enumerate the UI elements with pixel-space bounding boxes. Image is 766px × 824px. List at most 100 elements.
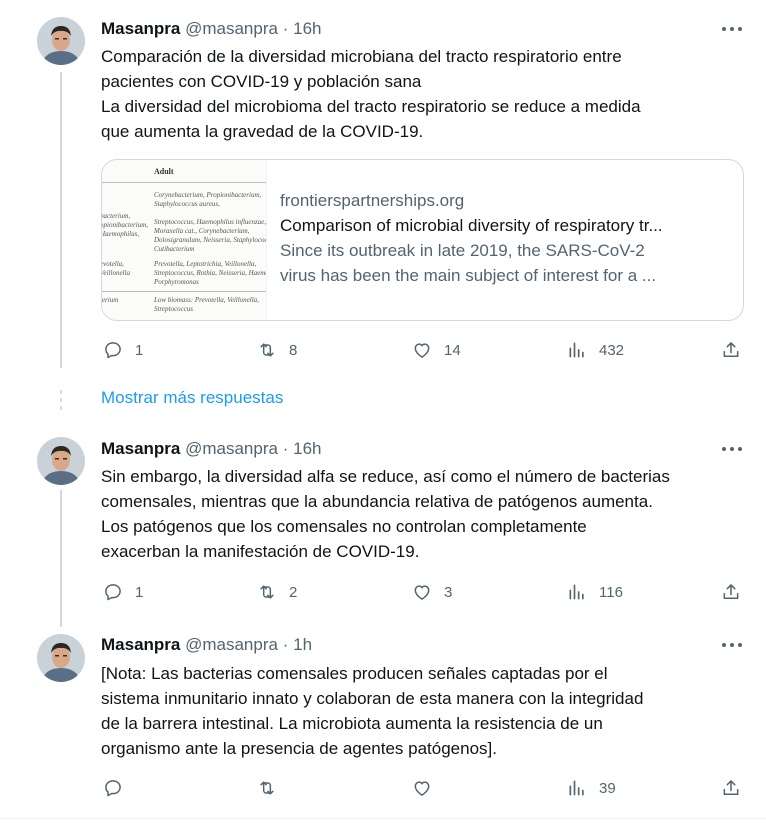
retweet-count: 8 [289, 341, 298, 359]
views-icon [569, 584, 584, 600]
thumbnail-cell: Haemophilus, [102, 230, 140, 238]
author-name[interactable]: Masanpra [101, 635, 180, 654]
tweet[interactable]: Masanpra @masanpra · 16h Comparación de … [0, 17, 766, 367]
thumbnail-header: Adult [154, 167, 174, 176]
reply-count: 1 [135, 583, 144, 601]
tweet[interactable]: Masanpra @masanpra · 1h [Nota: Las bacte… [0, 634, 766, 814]
tweet-text-line: La diversidad del microbioma del tracto … [101, 97, 641, 116]
tweet-text: Comparación de la diversidad microbiana … [101, 44, 741, 144]
thumbnail-cell: Staphylococcus aureus, [154, 200, 220, 208]
thumbnail-cell: Streptococcus, Haemophilus influenzae, [154, 218, 267, 226]
tweet-header: Masanpra @masanpra · 16h [101, 18, 321, 40]
reply-button[interactable] [103, 777, 123, 799]
author-handle[interactable]: @masanpra [185, 635, 278, 654]
thumbnail-cell: Corynebacterium, Propionibacterium, [154, 191, 262, 199]
like-icon [414, 781, 430, 796]
reply-icon [105, 584, 121, 601]
retweet-button[interactable]: 8 [257, 339, 297, 361]
reply-button[interactable]: 1 [103, 581, 143, 603]
tweet-text: [Nota: Las bacterias comensales producen… [101, 661, 741, 761]
views-button[interactable]: 116 [567, 581, 623, 603]
share-button[interactable] [721, 581, 741, 603]
views-button[interactable]: 432 [567, 339, 624, 361]
separator: · [282, 439, 289, 458]
card-description: virus has been the main subject of inter… [280, 266, 657, 285]
tweet-text-line: [Nota: Las bacterias comensales producen… [101, 664, 608, 683]
separator: · [282, 19, 289, 38]
more-icon[interactable] [721, 634, 743, 656]
retweet-button[interactable]: 2 [257, 581, 297, 603]
thread-dot [60, 390, 62, 394]
author-handle[interactable]: @masanpra [185, 19, 278, 38]
share-icon [723, 342, 739, 357]
link-card[interactable]: Adult Corynebacterium, Propionibacterium… [101, 159, 744, 321]
separator: · [282, 635, 289, 654]
tweet-text: Sin embargo, la diversidad alfa se reduc… [101, 464, 741, 564]
views-button[interactable]: 39 [567, 777, 616, 799]
tweet-text-line: Sin embargo, la diversidad alfa se reduc… [101, 467, 670, 486]
views-icon [569, 342, 584, 358]
thumbnail-cell: Veillonella [102, 269, 130, 277]
thumbnail-cell: opionibacterium, [102, 221, 149, 229]
tweet-text-line: sistema inmunitario innato y colaboran d… [101, 689, 644, 708]
like-button[interactable]: 3 [412, 581, 452, 603]
reply-icon [105, 342, 121, 359]
thumbnail-cell: Cutibacterium [154, 245, 195, 253]
tweet-header: Masanpra @masanpra · 1h [101, 634, 312, 656]
timestamp[interactable]: 16h [293, 439, 321, 458]
share-icon [723, 584, 739, 599]
retweet-icon [260, 585, 274, 599]
like-icon [414, 343, 430, 358]
show-more-replies-link[interactable]: Mostrar más respuestas [101, 387, 283, 409]
share-icon [723, 780, 739, 795]
reply-count: 1 [135, 341, 144, 359]
reply-icon [105, 780, 121, 797]
thumbnail-cell: Dolosigranulum, Neisseria, Staphylococcu… [154, 236, 267, 244]
views-icon [569, 780, 584, 796]
more-icon[interactable] [721, 438, 743, 460]
author-name[interactable]: Masanpra [101, 439, 180, 458]
tweet-text-line: de la barrera intestinal. La microbiota … [101, 714, 603, 733]
thumbnail-cell: terium [102, 296, 119, 304]
divider [0, 818, 766, 819]
thumbnail-cell: Prevotella, Leptotrichia, Veillonella, [154, 260, 257, 268]
card-title: Comparison of microbial diversity of res… [280, 216, 663, 235]
card-domain: frontierspartnerships.org [280, 191, 465, 210]
tweet[interactable]: Masanpra @masanpra · 16h Sin embargo, la… [0, 437, 766, 617]
author-handle[interactable]: @masanpra [185, 439, 278, 458]
thumbnail-cell: Moraxella cat., Corynebacterium, [154, 227, 250, 235]
tweet-text-line: comensales, mientras que la abundancia r… [101, 492, 653, 511]
thumbnail-cell: bacterium, [102, 212, 131, 220]
tweet-text-line: Comparación de la diversidad microbiana … [101, 47, 622, 66]
avatar[interactable] [37, 634, 85, 682]
tweet-actions: 1 8 14 432 [101, 339, 747, 361]
share-button[interactable] [721, 777, 741, 799]
timestamp[interactable]: 16h [293, 19, 321, 38]
like-button[interactable] [412, 777, 432, 799]
thumbnail-cell: Low biomass: Prevotella, Veillonella, [154, 296, 259, 304]
more-icon[interactable] [721, 18, 743, 40]
tweet-text-line: Los patógenos que los comensales no cont… [101, 517, 587, 536]
views-count: 432 [599, 341, 625, 359]
tweet-text-line: organismo ante la presencia de agentes p… [101, 739, 497, 758]
reply-button[interactable]: 1 [103, 339, 143, 361]
retweet-button[interactable] [257, 777, 277, 799]
thumbnail-cell: Streptococcus [154, 305, 194, 313]
avatar[interactable] [37, 437, 85, 485]
retweet-count: 2 [289, 583, 298, 601]
tweet-text-line: pacientes con COVID-19 y población sana [101, 72, 422, 91]
thumbnail-cell: Streptococcus, Rothia, Neisseria, Haemop… [154, 269, 266, 277]
tweet-actions: 1 2 3 116 [101, 581, 747, 603]
views-count: 39 [599, 779, 616, 797]
timestamp[interactable]: 1h [293, 635, 312, 654]
card-body: frontierspartnerships.org Comparison of … [280, 188, 730, 288]
tweet-text-line: exacerban la manifestación de COVID-19. [101, 542, 420, 561]
avatar[interactable] [37, 17, 85, 65]
like-button[interactable]: 14 [412, 339, 461, 361]
thumbnail-cell: evotella, [102, 260, 124, 268]
like-icon [414, 585, 430, 600]
share-button[interactable] [721, 339, 741, 361]
author-name[interactable]: Masanpra [101, 19, 180, 38]
tweet-actions: 39 [101, 777, 747, 799]
thumbnail-cell: Porphyromonas [154, 278, 199, 286]
